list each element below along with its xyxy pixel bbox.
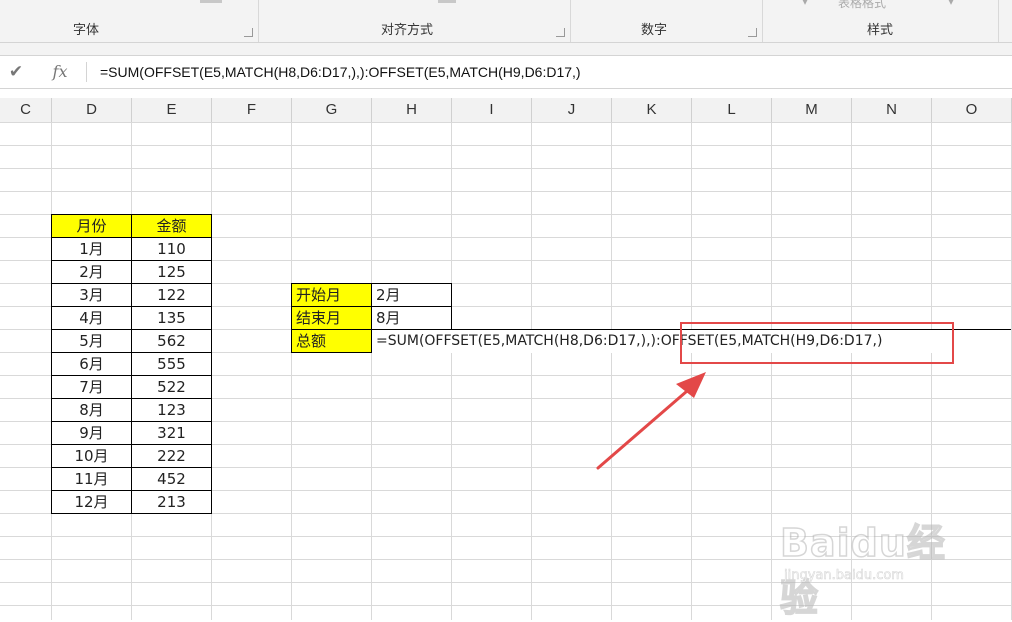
amount-cell[interactable]: 122 [131,283,212,307]
enter-check-icon[interactable]: ✔ [4,60,28,84]
watermark-logo: Baidu经验 [779,520,946,621]
column-header-m[interactable]: M [772,98,852,122]
ribbon-group-number: 数字 [570,0,763,42]
month-cell[interactable]: 10月 [51,444,132,468]
amount-cell[interactable]: 452 [131,467,212,491]
ribbon-group-label: 对齐方式 [380,23,433,38]
amount-cell[interactable]: 222 [131,444,212,468]
watermark: Baidu经验 jingyan.baidu.com [779,512,970,621]
annotation-highlight-box [680,322,954,364]
ribbon-group-alignment: 对齐方式 [258,0,571,42]
amount-cell[interactable]: 562 [131,329,212,353]
ribbon-group-label: 字体 [72,23,99,38]
column-header-i[interactable]: I [452,98,532,122]
amount-cell[interactable]: 110 [131,237,212,261]
ribbon-gap [0,43,1012,55]
month-cell[interactable]: 9月 [51,421,132,445]
watermark-url: jingyan.baidu.com [784,568,905,584]
column-header-row: C D E F G H I J K L M N O [0,98,1012,123]
ribbon-group-styles: ▾ 表格格式 ▾ 样式 [762,0,999,42]
amount-cell[interactable]: 321 [131,421,212,445]
formula-bar: ✔ fx =SUM(OFFSET(E5,MATCH(H8,D6:D17,),):… [0,55,1012,89]
month-cell[interactable]: 7月 [51,375,132,399]
total-formula-left: =SUM(OFFSET(E5,MATCH(H8,D6:D17,),): [376,333,661,349]
dialog-launcher-icon[interactable] [748,28,757,37]
column-header-n[interactable]: N [852,98,932,122]
column-header-o[interactable]: O [932,98,1012,122]
amount-cell[interactable]: 555 [131,352,212,376]
ribbon-group-label: 样式 [866,23,893,38]
start-month-value[interactable]: 2月 [371,283,452,307]
column-header-d[interactable]: D [52,98,132,122]
month-cell[interactable]: 2月 [51,260,132,284]
month-cell[interactable]: 6月 [51,352,132,376]
table-header-month[interactable]: 月份 [51,214,132,238]
month-cell[interactable]: 1月 [51,237,132,261]
month-cell[interactable]: 3月 [51,283,132,307]
formula-input[interactable]: =SUM(OFFSET(E5,MATCH(H8,D6:D17,),):OFFSE… [100,56,581,88]
month-cell[interactable]: 5月 [51,329,132,353]
ribbon-group-font: 字体 [0,0,259,42]
format-as-table-label[interactable]: 表格格式 [838,0,886,11]
amount-cell[interactable]: 135 [131,306,212,330]
column-header-g[interactable]: G [292,98,372,122]
dropdown-arrow-icon[interactable]: ▾ [948,0,954,8]
dropdown-arrow-icon[interactable]: ▾ [802,0,808,8]
ribbon: 字体 对齐方式 数字 ▾ 表格格式 ▾ 样式 [0,0,1012,43]
column-header-e[interactable]: E [132,98,212,122]
amount-cell[interactable]: 125 [131,260,212,284]
amount-cell[interactable]: 522 [131,375,212,399]
formula-bar-divider [86,62,87,82]
column-header-k[interactable]: K [612,98,692,122]
column-header-c[interactable]: C [0,98,52,122]
column-header-l[interactable]: L [692,98,772,122]
insert-function-icon[interactable]: fx [48,60,72,84]
month-cell[interactable]: 4月 [51,306,132,330]
month-cell[interactable]: 12月 [51,490,132,514]
end-month-value[interactable]: 8月 [371,306,452,330]
end-month-label[interactable]: 结束月 [291,306,372,330]
amount-cell[interactable]: 213 [131,490,212,514]
table-header-amount[interactable]: 金额 [131,214,212,238]
month-cell[interactable]: 11月 [51,467,132,491]
total-label[interactable]: 总额 [291,329,372,353]
month-cell[interactable]: 8月 [51,398,132,422]
column-header-f[interactable]: F [212,98,292,122]
column-header-h[interactable]: H [372,98,452,122]
ribbon-group-label: 数字 [640,23,667,38]
column-header-j[interactable]: J [532,98,612,122]
start-month-label[interactable]: 开始月 [291,283,372,307]
amount-cell[interactable]: 123 [131,398,212,422]
